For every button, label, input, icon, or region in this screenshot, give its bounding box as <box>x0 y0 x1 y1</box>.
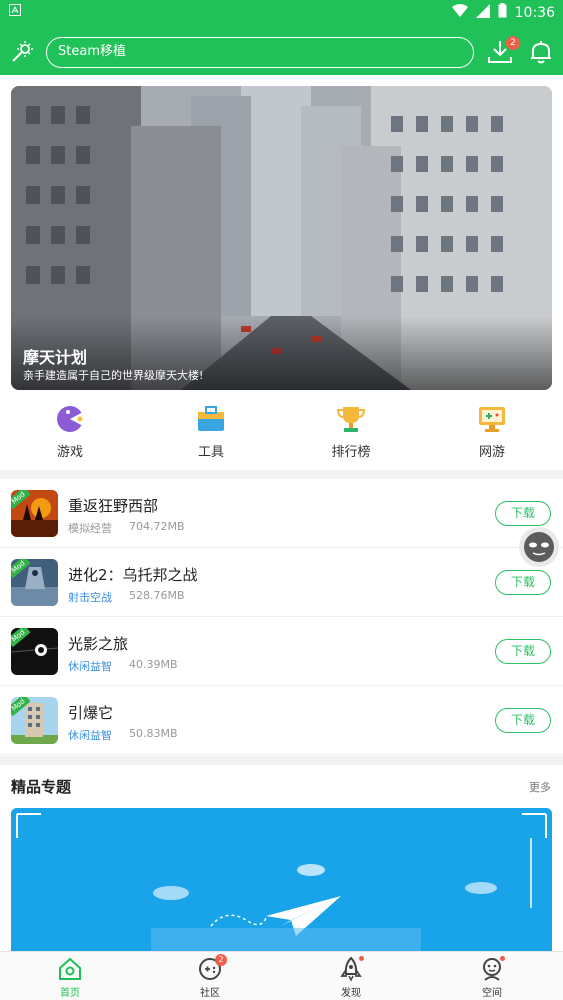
bottom-nav-label: 社区 <box>200 988 220 999</box>
wifi-icon <box>451 3 468 22</box>
game-pacman-icon <box>54 403 86 435</box>
signal-icon <box>475 3 490 22</box>
app-name: 光影之旅 <box>68 635 129 653</box>
app-size: 50.83MB <box>129 727 178 740</box>
download-badge: 2 <box>506 36 520 50</box>
clock: 10:36 <box>514 4 555 21</box>
app-icon: Mod <box>11 559 58 606</box>
space-dot <box>500 956 505 961</box>
community-badge: 2 <box>215 954 227 966</box>
gamepad-screen-icon <box>476 403 508 435</box>
app-category: 模拟经营 <box>68 522 112 535</box>
app-list-item[interactable]: Mod 进化2：乌托邦之战 射击空战 528.76MB 下载 <box>0 548 563 617</box>
bottom-nav-space[interactable]: 空间 <box>462 956 522 999</box>
gamepad-icon: 2 <box>197 954 227 982</box>
quick-nav-label: 游戏 <box>56 445 83 460</box>
quick-nav-games[interactable]: 游戏 <box>30 403 110 460</box>
bell-icon[interactable] <box>528 39 554 65</box>
topic-banner[interactable] <box>11 808 552 958</box>
app-list-item[interactable]: Mod 引爆它 休闲益智 50.83MB 下载 <box>0 686 563 755</box>
toolbox-icon <box>195 403 227 435</box>
discover-dot <box>359 956 364 961</box>
app-name: 引爆它 <box>68 704 114 722</box>
battery-icon <box>498 3 507 22</box>
download-button[interactable]: 下载 <box>495 639 551 664</box>
bottom-nav-label: 首页 <box>60 988 80 999</box>
app-icon: Mod <box>11 490 58 537</box>
download-button[interactable]: 下载 <box>495 708 551 733</box>
app-icon: Mod <box>11 628 58 675</box>
quick-nav: 游戏 工具 排行榜 网游 <box>0 403 563 465</box>
app-size: 40.39MB <box>129 658 178 671</box>
banner-title: 摩天计划 <box>23 348 88 367</box>
bottom-nav-label: 空间 <box>482 988 502 999</box>
quick-nav-ranking[interactable]: 排行榜 <box>311 403 391 460</box>
status-bar: 10:36 <box>0 0 563 24</box>
profile-face-icon <box>479 956 505 982</box>
download-button[interactable]: 下载 <box>495 570 551 595</box>
section-title: 精品专题 <box>11 778 72 796</box>
app-list-item[interactable]: Mod 重返狂野西部 模拟经营 704.72MB 下载 <box>0 479 563 548</box>
app-icon: Mod <box>11 697 58 744</box>
app-category: 休闲益智 <box>68 660 112 673</box>
home-icon <box>57 956 83 982</box>
banner-subtitle: 亲手建造属于自己的世界级摩天大楼! <box>23 369 204 382</box>
bottom-nav-discover[interactable]: 发现 <box>321 956 381 999</box>
app-list-item[interactable]: Mod 光影之旅 休闲益智 40.39MB 下载 <box>0 617 563 686</box>
app-name: 重返狂野西部 <box>68 497 159 515</box>
banner-image <box>11 86 552 390</box>
featured-banner[interactable]: 摩天计划 亲手建造属于自己的世界级摩天大楼! <box>11 86 552 390</box>
app-category: 射击空战 <box>68 591 112 604</box>
download-button[interactable]: 下载 <box>495 501 551 526</box>
search-input[interactable]: Steam移植 <box>46 37 474 68</box>
rocket-icon <box>338 956 364 982</box>
more-link[interactable]: 更多 <box>529 779 551 795</box>
quick-nav-label: 排行榜 <box>331 445 371 460</box>
notification-icon <box>9 4 21 19</box>
top-bar: Steam移植 2 <box>0 24 563 75</box>
app-size: 704.72MB <box>129 520 185 533</box>
app-size: 528.76MB <box>129 589 185 602</box>
quick-nav-online-games[interactable]: 网游 <box>452 403 532 460</box>
app-category: 休闲益智 <box>68 729 112 742</box>
magic-wand-icon[interactable] <box>10 40 34 64</box>
app-name: 进化2：乌托邦之战 <box>68 566 198 584</box>
quick-nav-label: 工具 <box>197 445 224 460</box>
bottom-nav: 首页 2 社区 发现 空间 <box>0 951 563 1000</box>
paper-plane-illustration <box>11 808 552 958</box>
bottom-nav-community[interactable]: 2 社区 <box>180 954 240 999</box>
bottom-nav-label: 发现 <box>341 988 361 999</box>
section-divider <box>0 756 563 765</box>
bottom-nav-home[interactable]: 首页 <box>40 956 100 999</box>
trophy-icon <box>335 403 367 435</box>
quick-nav-label: 网游 <box>478 445 505 460</box>
quick-nav-tools[interactable]: 工具 <box>171 403 251 460</box>
section-divider <box>0 470 563 479</box>
floating-assistant-icon[interactable] <box>519 527 559 567</box>
